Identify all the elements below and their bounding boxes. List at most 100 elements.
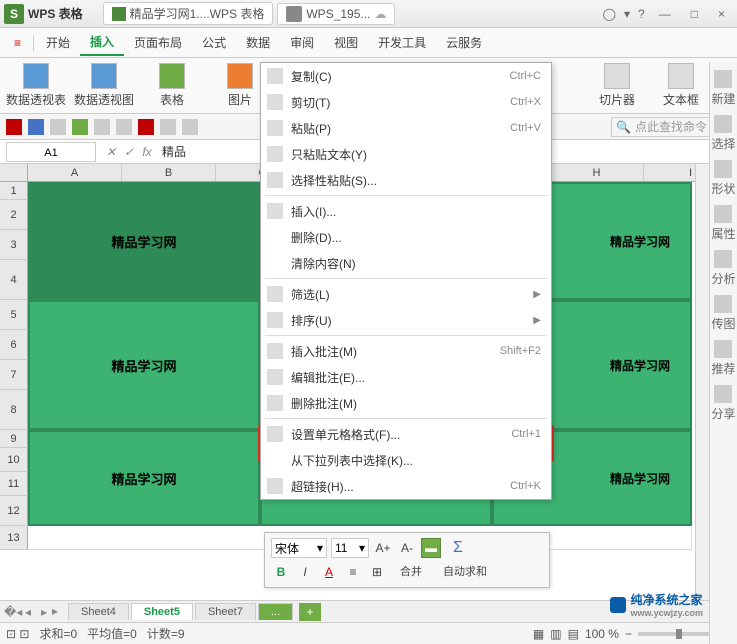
merged-cell[interactable]: 精品学习网 xyxy=(28,300,260,430)
minimize-button[interactable]: — xyxy=(653,7,677,21)
skin-icon[interactable]: ▾ xyxy=(624,7,630,21)
ctx-item[interactable]: 插入(I)... xyxy=(261,198,551,224)
view-page-icon[interactable]: ▥ xyxy=(550,627,561,641)
select-all-corner[interactable] xyxy=(0,164,28,182)
ctx-item[interactable]: 筛选(L)▶ xyxy=(261,281,551,307)
ctx-item[interactable]: 超链接(H)...Ctrl+K xyxy=(261,473,551,499)
ctx-item[interactable]: 设置单元格格式(F)...Ctrl+1 xyxy=(261,421,551,447)
row-header[interactable]: 2 xyxy=(0,200,28,230)
side-analyze[interactable]: 分析 xyxy=(711,250,735,287)
close-button[interactable]: × xyxy=(712,7,731,21)
fontsize-select[interactable]: 11▾ xyxy=(331,538,369,558)
menu-review[interactable]: 审阅 xyxy=(280,30,324,55)
border-button[interactable]: ⊞ xyxy=(367,562,387,582)
decrease-font-button[interactable]: A- xyxy=(397,538,417,558)
qat-redo-icon[interactable] xyxy=(50,119,66,135)
ribbon-textbox[interactable]: 文本框 xyxy=(651,63,711,108)
ctx-item[interactable]: 复制(C)Ctrl+C xyxy=(261,63,551,89)
zoom-value[interactable]: 100 % xyxy=(585,627,619,641)
menu-devtools[interactable]: 开发工具 xyxy=(368,30,436,55)
sheet-more[interactable]: ... xyxy=(258,603,293,620)
help-icon[interactable]: ? xyxy=(638,7,645,21)
menu-file-icon[interactable]: ≡ xyxy=(4,32,31,54)
ribbon-pivotchart[interactable]: 数据透视图 xyxy=(74,63,134,108)
menu-cloud[interactable]: 云服务 xyxy=(436,30,492,55)
qat-icon[interactable] xyxy=(182,119,198,135)
row-header[interactable]: 1 xyxy=(0,182,28,200)
formula-value[interactable]: 精品 xyxy=(156,143,186,160)
name-box[interactable]: A1 xyxy=(6,142,96,162)
align-button[interactable]: ≡ xyxy=(343,562,363,582)
side-share[interactable]: 分享 xyxy=(711,385,735,422)
ctx-item[interactable]: 排序(U)▶ xyxy=(261,307,551,333)
qat-wps-icon[interactable] xyxy=(138,119,154,135)
side-upload[interactable]: 传图 xyxy=(711,295,735,332)
side-new[interactable]: 新建 xyxy=(711,70,735,107)
document-tab[interactable]: 精品学习网1....WPS 表格 xyxy=(103,2,274,25)
sheet-tab[interactable]: Sheet5 xyxy=(131,603,193,620)
ctx-item[interactable]: 编辑批注(E)... xyxy=(261,364,551,390)
menu-data[interactable]: 数据 xyxy=(236,30,280,55)
ribbon-pivottable[interactable]: 数据透视表 xyxy=(6,63,66,108)
zoom-slider[interactable] xyxy=(638,632,718,636)
side-property[interactable]: 属性 xyxy=(711,205,735,242)
sheet-nav-prev[interactable]: ◂ xyxy=(20,605,36,619)
ribbon-table[interactable]: 表格 xyxy=(142,63,202,108)
italic-button[interactable]: I xyxy=(295,562,315,582)
col-header[interactable]: H xyxy=(550,164,644,181)
view-normal-icon[interactable]: ▦ xyxy=(533,627,544,641)
side-select[interactable]: 选择 xyxy=(711,115,735,152)
qat-icon[interactable] xyxy=(94,119,110,135)
increase-font-button[interactable]: A+ xyxy=(373,538,393,558)
accept-icon[interactable]: ✓ xyxy=(120,145,138,159)
row-header[interactable]: 13 xyxy=(0,526,28,550)
sheet-tab[interactable]: Sheet7 xyxy=(195,603,256,620)
menu-start[interactable]: 开始 xyxy=(36,30,80,55)
row-header[interactable]: 9 xyxy=(0,430,28,448)
qat-icon[interactable] xyxy=(160,119,176,135)
menu-formula[interactable]: 公式 xyxy=(192,30,236,55)
side-recommend[interactable]: 推荐 xyxy=(711,340,735,377)
ctx-item[interactable]: 粘贴(P)Ctrl+V xyxy=(261,115,551,141)
menu-insert[interactable]: 插入 xyxy=(80,29,124,56)
font-select[interactable]: 宋体▾ xyxy=(271,538,327,558)
merged-cell[interactable]: 精品学习网 xyxy=(28,430,260,526)
menu-pagelayout[interactable]: 页面布局 xyxy=(124,30,192,55)
ctx-item[interactable]: 删除(D)... xyxy=(261,224,551,250)
row-header[interactable]: 10 xyxy=(0,448,28,472)
qat-undo-icon[interactable] xyxy=(28,119,44,135)
bold-button[interactable]: B xyxy=(271,562,291,582)
side-shape[interactable]: 形状 xyxy=(711,160,735,197)
view-break-icon[interactable]: ▤ xyxy=(568,627,579,641)
row-header[interactable]: 7 xyxy=(0,360,28,390)
sheet-nav-next[interactable]: ▸ xyxy=(36,605,52,619)
fx-icon[interactable]: fx xyxy=(138,145,156,159)
ctx-item[interactable]: 清除内容(N) xyxy=(261,250,551,276)
ctx-item[interactable]: 剪切(T)Ctrl+X xyxy=(261,89,551,115)
row-header[interactable]: 11 xyxy=(0,472,28,496)
qat-icon[interactable] xyxy=(116,119,132,135)
sheet-nav-first[interactable]: �◂ xyxy=(4,605,20,619)
merged-cell[interactable]: 精品学习网 xyxy=(28,182,260,300)
menu-view[interactable]: 视图 xyxy=(324,30,368,55)
fillcolor-button[interactable]: ▬ xyxy=(421,538,441,558)
document-tab[interactable]: WPS_195...☁ xyxy=(277,3,395,25)
cancel-icon[interactable]: ✕ xyxy=(102,145,120,159)
autosum-icon[interactable]: Σ xyxy=(445,538,471,558)
maximize-button[interactable]: □ xyxy=(685,7,704,21)
ctx-item[interactable]: 删除批注(M) xyxy=(261,390,551,416)
ctx-item[interactable]: 从下拉列表中选择(K)... xyxy=(261,447,551,473)
vertical-scrollbar[interactable] xyxy=(695,164,709,600)
qat-print-icon[interactable] xyxy=(72,119,88,135)
col-header[interactable]: A xyxy=(28,164,122,181)
row-header[interactable]: 6 xyxy=(0,330,28,360)
row-header[interactable]: 12 xyxy=(0,496,28,526)
row-header[interactable]: 5 xyxy=(0,300,28,330)
col-header[interactable]: B xyxy=(122,164,216,181)
row-header[interactable]: 8 xyxy=(0,390,28,430)
sheet-add-button[interactable]: + xyxy=(299,603,321,621)
ctx-item[interactable]: 插入批注(M)Shift+F2 xyxy=(261,338,551,364)
qat-save-icon[interactable] xyxy=(6,119,22,135)
autosum-button[interactable]: 自动求和 xyxy=(435,562,495,582)
ctx-item[interactable]: 选择性粘贴(S)... xyxy=(261,167,551,193)
